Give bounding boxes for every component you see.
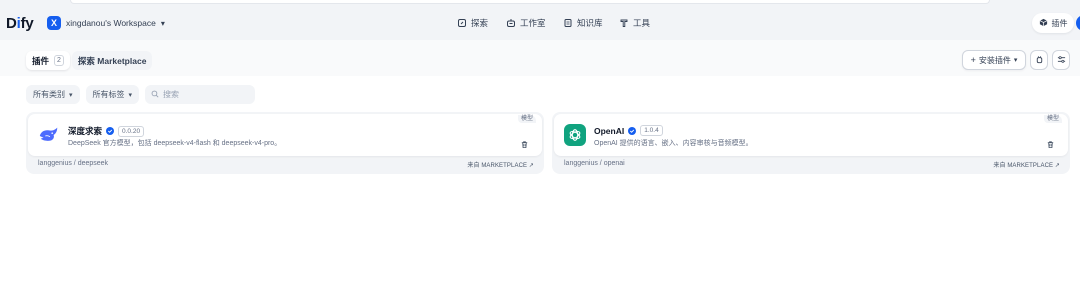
plugin-description: OpenAI 提供的语言、嵌入、内容审核与音频模型。	[594, 140, 753, 147]
workspace-name: xingdanou's Workspace	[66, 18, 156, 28]
openai-logo-icon	[564, 124, 586, 146]
plus-icon: +	[970, 55, 976, 65]
tags-filter[interactable]: 所有标签 ▾	[85, 85, 140, 104]
knowledge-icon	[562, 18, 573, 29]
tab-marketplace[interactable]: 探索 Marketplace	[71, 51, 153, 70]
header-plugins-label: 插件	[1051, 18, 1068, 28]
nav-explore[interactable]: 探索	[456, 17, 488, 29]
plugin-source: langgenius / openai	[564, 160, 625, 167]
tab-plugins-label: 插件	[32, 55, 50, 66]
tab-marketplace-label: 探索 Marketplace	[77, 55, 147, 66]
top-strip	[70, 0, 990, 4]
dify-logo[interactable]: Dify	[6, 15, 34, 32]
plugin-source: langgenius / deepseek	[38, 160, 109, 167]
install-plugin-label: 安装插件	[978, 55, 1011, 65]
plugin-type-badge: 模型	[1043, 115, 1062, 123]
trash-icon[interactable]	[520, 136, 530, 149]
plugin-description: DeepSeek 官方模型，包括 deepseek-v4-flash 和 dee…	[68, 140, 282, 147]
nav-tools[interactable]: 工具	[618, 17, 650, 29]
app-shell: Dify X xingdanou's Workspace ▾ 探索 工作室 知识…	[0, 0, 1080, 292]
nav-tools-label: 工具	[633, 18, 651, 28]
chevron-down-icon: ▾	[69, 91, 73, 99]
plugins-panel: 插件 2 探索 Marketplace + 安装插件 ▾ 所有类别 ▾ 所有标签…	[0, 40, 1080, 292]
chevron-down-icon: ▾	[160, 18, 165, 28]
workspace-switcher[interactable]: X xingdanou's Workspace ▾	[47, 16, 165, 30]
plugin-title-row: OpenAI 1.0.4	[594, 125, 663, 136]
plugin-card-deepseek[interactable]: 模型 深度求索 0.0.20 DeepSeek 官方模型，包括 deepseek	[26, 112, 544, 174]
verified-badge-icon	[628, 126, 637, 135]
category-filter[interactable]: 所有类别 ▾	[26, 85, 80, 104]
plugin-name: OpenAI	[594, 125, 625, 136]
verified-badge-icon	[106, 127, 115, 135]
nav-explore-label: 探索	[471, 18, 489, 28]
debug-button[interactable]	[1030, 50, 1048, 70]
tab-bar: 插件 2 探索 Marketplace	[26, 51, 153, 70]
chevron-down-icon: ▾	[1013, 57, 1018, 64]
plugin-card-body: 模型 OpenAI 1.0.4 OpenAI 提供的语言、嵌入、内容审核与音频模…	[554, 114, 1068, 156]
panel-toolbar	[0, 40, 1080, 76]
search-input[interactable]: 搜索	[145, 85, 256, 104]
search-icon	[151, 90, 159, 100]
bug-icon	[1035, 51, 1044, 69]
plugin-card-body: 模型 深度求索 0.0.20 DeepSeek 官方模型，包括 deepseek	[28, 114, 542, 156]
marketplace-link[interactable]: 来自 MARKETPLACE ↗	[467, 160, 534, 169]
nav-knowledge-label: 知识库	[577, 18, 603, 28]
tab-plugins[interactable]: 插件 2	[26, 51, 70, 70]
plugin-type-badge: 模型	[517, 115, 536, 123]
header-plugins-button[interactable]: 插件	[1032, 13, 1074, 33]
plugin-title-row: 深度求索 0.0.20	[68, 125, 145, 137]
header: Dify X xingdanou's Workspace ▾ 探索 工作室 知识…	[0, 6, 1080, 42]
logo-text-left: D	[6, 15, 17, 32]
deepseek-whale-icon	[38, 124, 60, 146]
plugin-version: 1.0.4	[640, 125, 663, 136]
marketplace-link[interactable]: 来自 MARKETPLACE ↗	[993, 160, 1060, 169]
search-placeholder: 搜索	[163, 90, 180, 99]
studio-icon	[505, 18, 516, 29]
tags-filter-label: 所有标签	[92, 90, 125, 99]
nav-studio-label: 工作室	[520, 18, 546, 28]
trash-icon[interactable]	[1046, 136, 1056, 149]
logo-text-right: fy	[20, 15, 34, 32]
user-avatar[interactable]	[1076, 15, 1080, 31]
nav-studio[interactable]: 工作室	[505, 17, 546, 29]
plugins-count-badge: 2	[54, 55, 64, 66]
settings-button[interactable]	[1052, 50, 1070, 70]
workspace-avatar: X	[47, 16, 61, 30]
nav-knowledge[interactable]: 知识库	[562, 17, 603, 29]
plugin-box-icon	[1039, 18, 1048, 29]
tools-icon	[618, 18, 629, 29]
plugin-version: 0.0.20	[118, 125, 145, 137]
plugin-card-openai[interactable]: 模型 OpenAI 1.0.4 OpenAI 提供的语言、嵌入、内容审核与音频模…	[552, 112, 1070, 174]
plugin-name: 深度求索	[68, 126, 103, 136]
explore-icon	[456, 18, 467, 29]
chevron-down-icon: ▾	[128, 91, 133, 99]
install-plugin-button[interactable]: + 安装插件 ▾	[962, 50, 1026, 70]
category-filter-label: 所有类别	[33, 90, 65, 99]
filter-bar: 所有类别 ▾ 所有标签 ▾ 搜索	[26, 85, 256, 104]
sliders-icon	[1057, 51, 1066, 69]
